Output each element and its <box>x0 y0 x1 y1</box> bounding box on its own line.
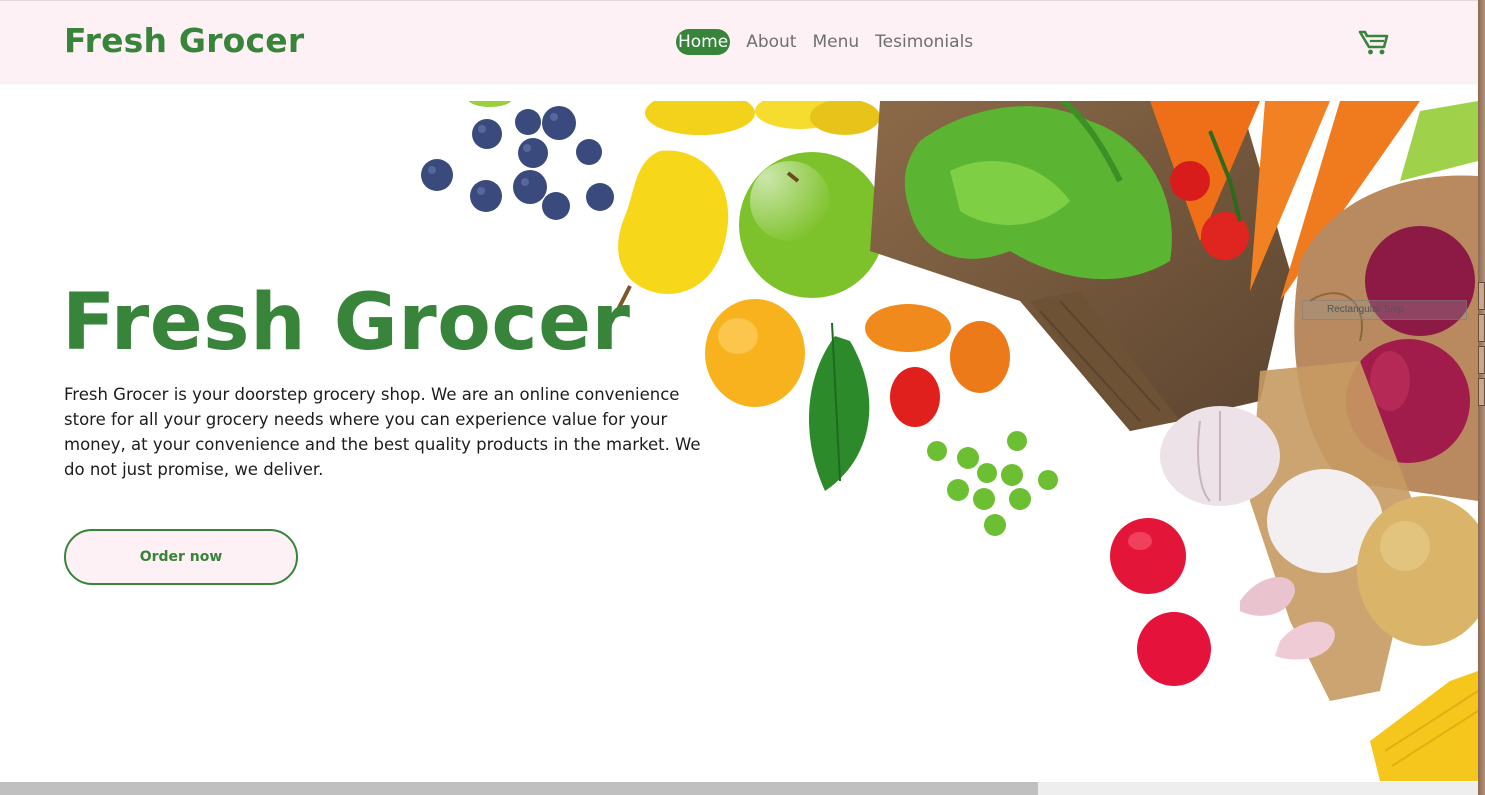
site-header: Fresh Grocer Home About Menu Tesimonials <box>0 0 1478 82</box>
nav-testimonials-link[interactable]: Tesimonials <box>875 29 973 55</box>
hero-description: Fresh Grocer is your doorstep grocery sh… <box>64 385 701 479</box>
side-tab[interactable] <box>1478 282 1485 310</box>
snip-tooltip: Rectangular Snip <box>1302 300 1467 320</box>
page: Fresh Grocer Home About Menu Tesimonials <box>0 0 1485 795</box>
brand-logo[interactable]: Fresh Grocer <box>64 21 304 60</box>
hero-title: Fresh Grocer <box>62 278 631 368</box>
nav-home-link[interactable]: Home <box>676 29 731 55</box>
nav-menu-link[interactable]: Menu <box>812 29 859 55</box>
horizontal-scrollbar[interactable] <box>0 782 1478 795</box>
side-tab[interactable] <box>1478 378 1485 406</box>
order-now-button[interactable]: Order now <box>64 529 298 585</box>
main-nav: Home About Menu Tesimonials <box>676 29 989 55</box>
scrollbar-thumb[interactable] <box>0 782 1038 795</box>
nav-about-link[interactable]: About <box>746 29 796 55</box>
side-tab[interactable] <box>1478 346 1485 374</box>
side-tab[interactable] <box>1478 314 1485 342</box>
shopping-cart-icon[interactable] <box>1358 27 1390 57</box>
